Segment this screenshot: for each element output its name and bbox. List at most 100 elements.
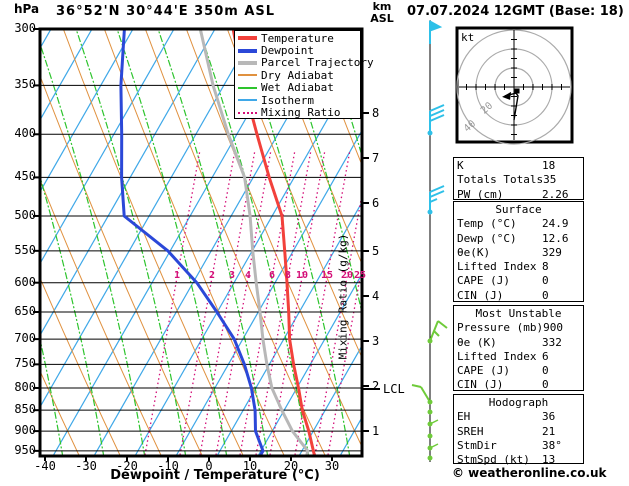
legend-label: Dewpoint xyxy=(261,44,314,58)
panel-row: Lifted Index 8 xyxy=(457,260,580,274)
panel-row-value: 36 xyxy=(542,410,556,424)
pressure-tick-label: 900 xyxy=(14,423,36,438)
skewt-screenshot: hPa 36°52'N 30°44'E 350m ASL km ASL 07.0… xyxy=(0,0,629,486)
panel-row-value: 21 xyxy=(542,424,556,438)
page-title: 36°52'N 30°44'E 350m ASL xyxy=(56,4,276,19)
hodograph-marker xyxy=(514,88,520,94)
dry-adiabat-line xyxy=(40,74,203,456)
panel-row: CAPE (J) 0 xyxy=(457,364,580,378)
temperature-tick-label: -40 xyxy=(34,459,56,473)
panel-row-value: 329 xyxy=(542,245,562,259)
panel-row-label: SREH xyxy=(457,424,484,438)
panel-row-label: Temp (°C) xyxy=(457,217,517,231)
panel-row: CIN (J) 0 xyxy=(457,378,580,392)
km-tick-label: 7 xyxy=(372,151,380,165)
km-tick-label: 4 xyxy=(372,289,380,303)
mixing-ratio-line xyxy=(269,149,326,456)
wet-adiabat-line xyxy=(40,41,146,456)
pressure-tick-label: 400 xyxy=(14,126,36,141)
panel-row: Dewp (°C) 12.6 xyxy=(457,232,580,246)
dry-adiabat-line xyxy=(62,29,244,456)
lcl-label: LCL xyxy=(383,382,405,396)
panel-row-label: Lifted Index xyxy=(457,349,537,363)
legend-swatch-thick xyxy=(238,36,257,41)
panel-row: θe (K) 332 xyxy=(457,336,580,350)
pressure-tick-label: 650 xyxy=(14,303,36,318)
panel-row-value: 0 xyxy=(542,378,549,392)
panel-row-value: 24.9 xyxy=(542,217,569,231)
panel-row: CAPE (J) 0 xyxy=(457,274,580,288)
panel-row-value: 38° xyxy=(542,438,562,452)
wind-barb-icon xyxy=(427,409,433,415)
temperature-tick-label: -10 xyxy=(157,459,179,473)
legend-swatch-thick xyxy=(238,48,257,53)
panel-row-label: CAPE (J) xyxy=(457,274,510,288)
panel-row-value: 12.6 xyxy=(542,231,569,245)
stats-panel-hodograph: Hodograph EH 36 SREH 21 StmDir 38° StmSpd (kt) 1… xyxy=(453,394,584,467)
panel-row-value: 6 xyxy=(542,349,549,363)
pressure-tick-label: 450 xyxy=(14,169,36,184)
altitude-axis-unit: km ASL xyxy=(366,1,398,25)
pressure-tick-label: 750 xyxy=(14,356,36,371)
km-tick-label: 3 xyxy=(372,334,380,348)
panel-row-value: 35 xyxy=(543,173,557,187)
legend: Temperature Dewpoint Parcel Trajectory Dry … xyxy=(234,30,374,119)
legend-swatch-thin xyxy=(238,74,257,77)
wind-barb-icon xyxy=(429,20,443,44)
panel-row-label: Pressure (mb) xyxy=(457,321,544,335)
wet-adiabat-line xyxy=(75,29,187,456)
legend-label: Temperature xyxy=(261,31,334,45)
panel-row-label: StmSpd (kt) xyxy=(457,453,530,467)
panel-row-label: EH xyxy=(457,410,471,424)
panel-row-value: 13 xyxy=(542,453,556,467)
legend-item: Mixing Ratio xyxy=(238,106,360,118)
panel-row-label: θe (K) xyxy=(457,335,497,349)
legend-item: Wet Adiabat xyxy=(238,82,360,94)
legend-label: Wet Adiabat xyxy=(261,81,334,95)
pressure-tick-label: 350 xyxy=(14,77,36,92)
wet-adiabat-line xyxy=(606,20,629,470)
panel-title: Hodograph xyxy=(488,396,549,409)
panel-row: Lifted Index 6 xyxy=(457,350,580,364)
mixing-ratio-value-label: 1 xyxy=(173,270,181,281)
panel-row: EH 36 xyxy=(457,410,580,424)
copyright: © weatheronline.co.uk xyxy=(452,466,607,480)
panel-row: Totals Totals 35 xyxy=(457,173,580,187)
pressure-tick-label: 500 xyxy=(14,207,36,222)
km-tick-label: 5 xyxy=(372,244,380,258)
panel-title: Surface xyxy=(495,203,542,216)
panel-row-label: StmDir xyxy=(457,438,497,452)
panel-row: θe(K) 329 xyxy=(457,246,580,260)
mixing-ratio-value-label: 2 xyxy=(208,270,216,281)
temperature-tick-label: 0 xyxy=(205,459,213,473)
km-tick-label: 6 xyxy=(372,196,380,210)
pressure-tick-label: 550 xyxy=(14,242,36,257)
pressure-tick-label: 800 xyxy=(14,379,36,394)
panel-row-value: 18 xyxy=(542,159,556,172)
panel-row-label: PW (cm) xyxy=(457,187,504,201)
panel-row-label: CAPE (J) xyxy=(457,364,510,378)
legend-item: Dewpoint xyxy=(238,44,360,56)
stats-panel: K 18 Totals Totals 35 PW (cm) 2.26 xyxy=(453,157,584,201)
panel-row-label: K xyxy=(457,159,464,172)
temperature-tick-label: 20 xyxy=(283,459,299,473)
panel-row-value: 332 xyxy=(542,335,562,349)
mixing-ratio-value-label: 4 xyxy=(244,270,252,281)
pressure-tick-label: 850 xyxy=(14,402,36,417)
temperature-tick-label: 30 xyxy=(324,459,340,473)
panel-row-value: 900 xyxy=(543,321,563,335)
wet-adiabat-line xyxy=(116,29,228,456)
panel-row-value: 8 xyxy=(542,260,549,274)
legend-swatch-thick xyxy=(238,60,257,65)
legend-item: Isotherm xyxy=(238,94,360,106)
panel-row-value: 2.26 xyxy=(542,187,569,201)
pressure-axis-unit: hPa xyxy=(14,2,40,16)
legend-label: Mixing Ratio xyxy=(261,106,341,120)
panel-title: Most Unstable xyxy=(475,307,562,320)
mixing-ratio-axis-label: Mixing Ratio (g/kg) xyxy=(336,233,350,360)
temperature-tick-label: -20 xyxy=(116,459,138,473)
mixing-ratio-line xyxy=(179,149,236,456)
panel-row-label: CIN (J) xyxy=(457,288,504,302)
panel-row-label: Totals Totals xyxy=(457,173,544,187)
panel-row: Temp (°C) 24.9 xyxy=(457,217,580,231)
